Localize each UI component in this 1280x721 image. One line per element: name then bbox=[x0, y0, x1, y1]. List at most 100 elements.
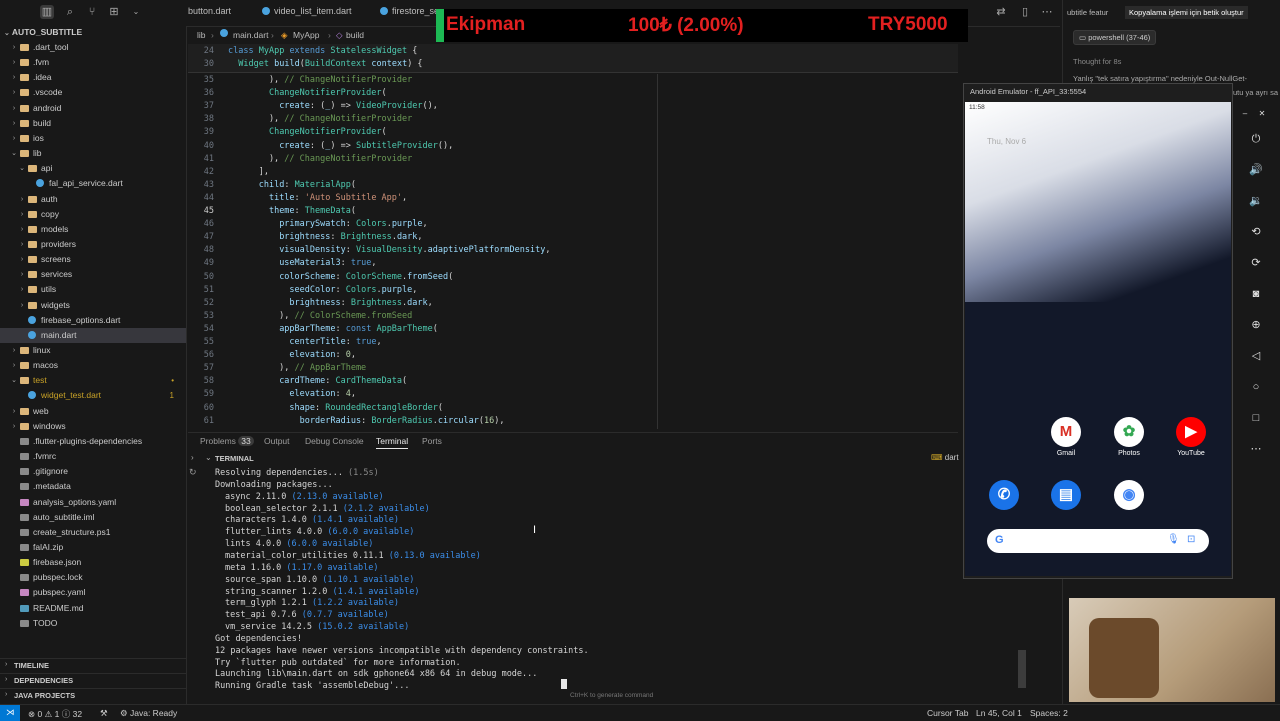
tree-item[interactable]: › .vscode bbox=[0, 85, 186, 100]
tab-button-dart[interactable]: button.dart bbox=[188, 6, 231, 16]
tree-item[interactable]: › windows bbox=[0, 419, 186, 434]
tree-item[interactable]: .flutter-plugins-dependencies bbox=[0, 434, 186, 449]
tree-item[interactable]: pubspec.yaml bbox=[0, 585, 186, 600]
tree-item[interactable]: ⌄ lib bbox=[0, 146, 186, 161]
toggle-sidebar-icon[interactable]: ▥ bbox=[40, 5, 54, 19]
tree-item[interactable]: pubspec.lock bbox=[0, 570, 186, 585]
tree-item[interactable]: › macos bbox=[0, 358, 186, 373]
app-icon[interactable]: ▤ bbox=[1041, 480, 1091, 513]
app-icon[interactable]: ✆ bbox=[979, 480, 1029, 513]
tree-item[interactable]: › screens bbox=[0, 252, 186, 267]
tree-item[interactable]: › linux bbox=[0, 343, 186, 358]
thought-label[interactable]: Thought for 8s bbox=[1073, 57, 1121, 66]
app-icon[interactable]: M Gmail bbox=[1041, 417, 1091, 457]
tree-item[interactable]: ⌄ api bbox=[0, 161, 186, 176]
dependencies-section[interactable]: › DEPENDENCIES bbox=[0, 673, 186, 687]
chevron-right-icon[interactable]: › bbox=[191, 453, 194, 462]
timeline-section[interactable]: › TIMELINE bbox=[0, 658, 186, 672]
camera-icon[interactable]: ◙ bbox=[1247, 285, 1265, 303]
tree-item[interactable]: › utils bbox=[0, 282, 186, 297]
home-icon[interactable]: ○ bbox=[1247, 378, 1265, 396]
tree-item[interactable]: firebase_options.dart bbox=[0, 313, 186, 328]
tree-item[interactable]: › .dart_tool bbox=[0, 40, 186, 55]
tab-debug-console[interactable]: Debug Console bbox=[305, 436, 364, 446]
split-editor-icon[interactable]: ▯ bbox=[1018, 5, 1032, 19]
tree-item[interactable]: TODO bbox=[0, 616, 186, 631]
tree-item[interactable]: › copy bbox=[0, 207, 186, 222]
chat-tab[interactable]: ubtitle featur bbox=[1067, 8, 1108, 17]
run-icon[interactable]: ⇄ bbox=[994, 5, 1008, 19]
tab-firestore[interactable]: firestore_se bbox=[380, 6, 439, 16]
app-icon[interactable]: ◉ bbox=[1104, 480, 1154, 513]
volume-down-icon[interactable]: 🔉 bbox=[1247, 192, 1265, 210]
tree-item[interactable]: › auth bbox=[0, 192, 186, 207]
tree-item[interactable]: › web bbox=[0, 404, 186, 419]
terminal-chip[interactable]: ▭ powershell (37-46) bbox=[1073, 30, 1157, 45]
tree-item[interactable]: ⌄ test • bbox=[0, 373, 186, 388]
tree-item[interactable]: › providers bbox=[0, 237, 186, 252]
search-icon[interactable]: ⌕ bbox=[63, 5, 77, 19]
indentation-status[interactable]: Spaces: 2 bbox=[1030, 708, 1068, 718]
breadcrumb-item[interactable]: lib bbox=[197, 30, 206, 40]
more-actions-icon[interactable]: ⋯ bbox=[1040, 5, 1054, 19]
tree-item[interactable]: › models bbox=[0, 222, 186, 237]
tree-item[interactable]: .gitignore bbox=[0, 464, 186, 479]
tree-item[interactable]: widget_test.dart 1 bbox=[0, 388, 186, 403]
chevron-down-icon[interactable]: ⌄ bbox=[205, 453, 212, 462]
explorer-root[interactable]: ⌄ AUTO_SUBTITLE bbox=[4, 27, 82, 37]
tree-item[interactable]: falAI.zip bbox=[0, 540, 186, 555]
tree-item[interactable]: › .idea bbox=[0, 70, 186, 85]
cursor-tab-status[interactable]: Cursor Tab bbox=[927, 708, 968, 718]
tools-icon[interactable]: ⚒ bbox=[100, 708, 108, 719]
tab-terminal[interactable]: Terminal bbox=[376, 436, 409, 449]
tree-item[interactable]: › ios bbox=[0, 131, 186, 146]
problems-status[interactable]: ⊗ 0 ⚠ 1 ⓘ 32 bbox=[28, 708, 82, 720]
tab-ports[interactable]: Ports bbox=[422, 436, 442, 446]
tab-video-list-item[interactable]: video_list_item.dart bbox=[262, 6, 352, 16]
remote-indicator[interactable]: ⋊ bbox=[0, 705, 20, 721]
terminal-output[interactable]: Resolving dependencies... (1.5s) Download… bbox=[188, 466, 1018, 698]
extensions-icon[interactable]: ⊞ bbox=[107, 5, 121, 19]
terminal-scrollbar[interactable] bbox=[1018, 650, 1026, 688]
minimize-icon[interactable]: – bbox=[1236, 105, 1254, 123]
mic-icon[interactable]: 🎙 bbox=[1167, 534, 1180, 545]
tab-problems[interactable]: Problems 33 bbox=[200, 436, 254, 446]
app-icon[interactable]: ✿ Photos bbox=[1104, 417, 1154, 457]
tree-item[interactable]: .fvmrc bbox=[0, 449, 186, 464]
terminal-instance[interactable]: ⌨ dart bbox=[931, 453, 959, 462]
tree-item[interactable]: README.md bbox=[0, 601, 186, 616]
java-status[interactable]: ⚙ Java: Ready bbox=[120, 708, 177, 719]
overview-icon[interactable]: □ bbox=[1247, 409, 1265, 427]
breadcrumb-item[interactable]: build bbox=[346, 30, 364, 40]
back-icon[interactable]: ◁ bbox=[1247, 347, 1265, 365]
code-editor[interactable]: 35 ), // ChangeNotifierProvider 36 Change… bbox=[188, 74, 958, 429]
volume-up-icon[interactable]: 🔊 bbox=[1247, 161, 1265, 179]
home-date[interactable]: Thu, Nov 6 bbox=[987, 137, 1026, 146]
lens-icon[interactable]: ⊡ bbox=[1187, 534, 1195, 545]
tree-item[interactable]: › .fvm bbox=[0, 55, 186, 70]
tab-output[interactable]: Output bbox=[264, 436, 290, 446]
source-control-icon[interactable]: ⑂ bbox=[85, 5, 99, 19]
cursor-position[interactable]: Ln 45, Col 1 bbox=[976, 708, 1022, 718]
tree-item[interactable]: main.dart bbox=[0, 327, 186, 343]
chevron-down-icon[interactable]: ⌄ bbox=[129, 5, 143, 19]
rotate-left-icon[interactable]: ⟲ bbox=[1247, 223, 1265, 241]
chat-tab-active[interactable]: Kopyalama işlemi için betik oluştur bbox=[1125, 6, 1248, 19]
tree-item[interactable]: › build bbox=[0, 116, 186, 131]
tree-item[interactable]: analysis_options.yaml bbox=[0, 495, 186, 510]
tree-item[interactable]: create_structure.ps1 bbox=[0, 525, 186, 540]
zoom-icon[interactable]: ⊕ bbox=[1247, 316, 1265, 334]
java-projects-section[interactable]: › JAVA PROJECTS bbox=[0, 688, 186, 702]
tree-item[interactable]: › android bbox=[0, 101, 186, 116]
power-icon[interactable]: ⏻ bbox=[1247, 130, 1265, 148]
rotate-right-icon[interactable]: ⟳ bbox=[1247, 254, 1265, 272]
breadcrumb-item[interactable]: main.dart bbox=[233, 30, 268, 40]
app-icon[interactable]: ▶ YouTube bbox=[1166, 417, 1216, 457]
tree-item[interactable]: › services bbox=[0, 267, 186, 282]
tree-item[interactable]: fal_api_service.dart bbox=[0, 176, 186, 191]
google-search-bar[interactable]: G 🎙 ⊡ bbox=[987, 529, 1209, 553]
breadcrumb-item[interactable]: MyApp bbox=[293, 30, 319, 40]
tree-item[interactable]: .metadata bbox=[0, 479, 186, 494]
tree-item[interactable]: auto_subtitle.iml bbox=[0, 510, 186, 525]
phone-screen[interactable]: 11:58 Thu, Nov 6 M Gmail ✿ Photos ▶ YouTube ✆… bbox=[965, 102, 1231, 576]
